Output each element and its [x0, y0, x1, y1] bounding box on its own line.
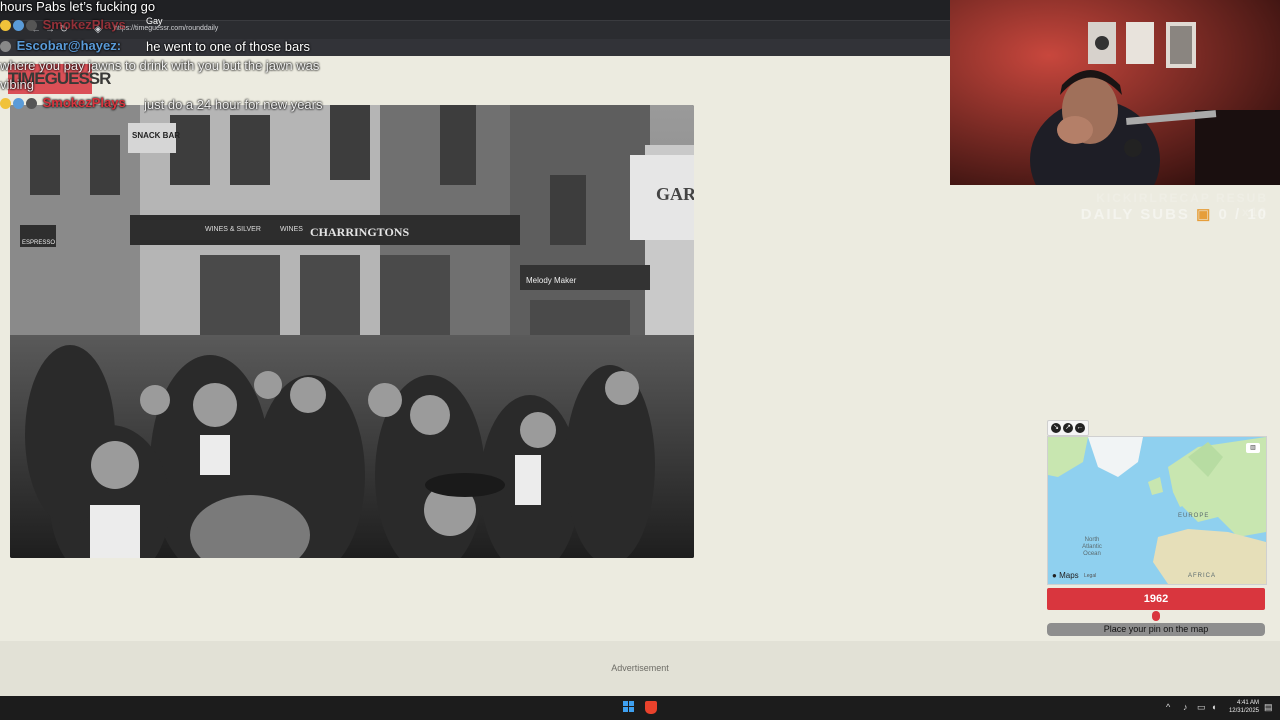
sign-garage: GARA: [656, 184, 694, 204]
taskbar-clock[interactable]: 4:41 AM 12/31/2025: [1225, 699, 1259, 715]
chat-message-4-text: just do a 24 hour for new years: [144, 95, 324, 114]
map-layers-icon[interactable]: ▥: [1246, 443, 1260, 453]
chat-message-3-text-first: he went to one of those bars where you p…: [146, 37, 326, 56]
pin-map-icon[interactable]: ←: [1075, 423, 1085, 433]
chat-tooltip: Gay: [146, 16, 163, 26]
maps-brand-label: Maps: [1059, 571, 1079, 580]
brave-browser-icon[interactable]: [645, 701, 657, 714]
chat-username: Escobar@hayez:: [16, 38, 122, 53]
daily-subs-label: DAILY SUBS: [1080, 206, 1190, 223]
chat-username: SmokezPlays: [42, 95, 126, 110]
year-slider-handle[interactable]: [1152, 611, 1160, 621]
street-crowd-photo: CHARRINGTONS WINES & SILVER WINES SNACK …: [10, 105, 694, 558]
user-badge-icon: [0, 41, 11, 53]
chat-text-continued: he went to one of those bars where you p…: [0, 58, 320, 92]
sign-wines-silver: WINES & SILVER: [205, 226, 261, 233]
verified-badge-icon: [13, 98, 24, 110]
chat-message-4-text-rest: just do a 24 hour for new years: [0, 114, 330, 133]
sign-charringtons: CHARRINGTONS: [310, 225, 409, 239]
map-size-controls: ↘ ↗ ←: [1047, 420, 1089, 436]
microphone-icon[interactable]: ♪: [1183, 702, 1188, 712]
clock-time: 4:41 AM: [1236, 700, 1259, 706]
map-label-africa: AFRICA: [1188, 573, 1217, 579]
chevron-up-icon[interactable]: ^: [1166, 702, 1170, 712]
windows-taskbar: [0, 696, 1280, 720]
chat-message-1: hours Pabs let’s fucking go: [0, 0, 156, 14]
bookmarks-bar: [0, 39, 950, 56]
daily-subs-count: 0 / 10: [1218, 206, 1268, 223]
maps-brand: ● Maps: [1052, 571, 1079, 580]
avatar-icon: [26, 20, 37, 32]
sign-wines: WINES: [280, 226, 303, 233]
chat-message-4: SmokezPlays: [0, 95, 126, 110]
webcam-feed: [950, 0, 1280, 185]
verified-badge-icon: [13, 20, 24, 32]
advertisement-label: Advertisement: [611, 663, 669, 673]
shrink-map-icon[interactable]: ↘: [1051, 423, 1061, 433]
chat-message-2: SmokezPlays: [0, 17, 126, 32]
round-photo: CHARRINGTONS WINES & SILVER WINES SNACK …: [10, 105, 694, 558]
apple-icon: ●: [1052, 571, 1057, 580]
year-display: 1962: [1047, 588, 1265, 610]
sign-melody-maker: Melody Maker: [526, 276, 577, 285]
guess-map[interactable]: EUROPE AFRICA North Atlantic Ocean ▥ ● M…: [1047, 436, 1267, 585]
url-text[interactable]: https://timeguessr.com/rounddaily: [114, 25, 218, 32]
world-map-image: [1048, 437, 1266, 584]
clock-date: 12/31/2025: [1228, 708, 1259, 714]
display-icon[interactable]: ▭: [1197, 702, 1206, 713]
chat-text: just do a 24 hour for new years: [144, 97, 323, 112]
chat-message-3-text-rest: he went to one of those bars where you p…: [0, 56, 330, 94]
sub-badge-icon: [0, 20, 11, 32]
chat-username: SmokezPlays: [42, 17, 126, 32]
gift-icon: ▣: [1196, 206, 1213, 223]
notification-icon[interactable]: ▤: [1264, 702, 1273, 713]
chat-text: he went to one of those bars where you p…: [146, 39, 311, 54]
year-slider[interactable]: [1047, 611, 1265, 621]
chat-message-3: Escobar@hayez:: [0, 38, 121, 53]
legal-link[interactable]: Legal: [1084, 573, 1096, 579]
sign-espresso: ESPRESSO: [22, 240, 55, 246]
browser-address-bar[interactable]: ← → ↻ ◈ https://timeguessr.com/rounddail…: [0, 20, 950, 40]
avatar-icon: [26, 98, 37, 110]
sub-badge-icon: [0, 98, 11, 110]
daily-subs-counter: DAILY SUBS ▣ 0 / 10: [1072, 205, 1268, 223]
map-label-europe: EUROPE: [1178, 513, 1210, 519]
map-label-ocean: North Atlantic Ocean: [1082, 537, 1102, 557]
streamer-camera-image: [950, 0, 1280, 185]
volume-icon[interactable]: ◖: [1211, 702, 1216, 712]
windows-start-icon[interactable]: [623, 701, 635, 713]
place-pin-button[interactable]: Place your pin on the map: [1047, 623, 1265, 636]
expand-map-icon[interactable]: ↗: [1063, 423, 1073, 433]
